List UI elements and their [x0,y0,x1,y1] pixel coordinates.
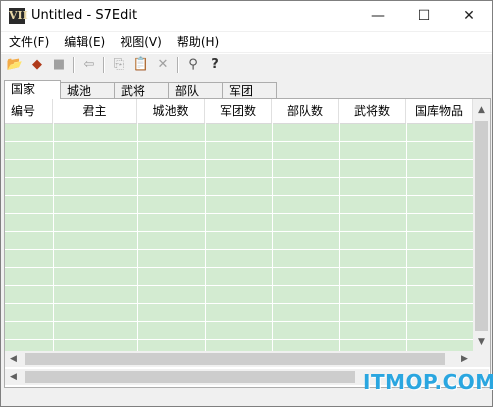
chevron-right-icon: ▶ [461,354,468,364]
chevron-left-icon: ◀ [10,354,17,364]
import-button[interactable]: ◆ [26,55,48,75]
tab-legion[interactable]: 军团 [222,82,277,98]
table-header: 编号 君主 城池数 军团数 部队数 武将数 国库物品 [5,99,473,124]
app-window: VII Untitled - S7Edit — ☐ ✕ 文件(F) 编辑(E) … [0,0,493,407]
grid-line [272,123,273,351]
delete-icon: ✕ [157,57,169,72]
toolbar-separator [177,56,179,73]
grid-line [5,249,473,250]
save-button[interactable]: ■ [48,55,70,75]
grid-line [137,123,138,351]
scroll-up-button[interactable]: ▲ [473,101,490,118]
save-icon: ■ [52,57,66,72]
delete-button[interactable]: ✕ [152,55,174,75]
search-icon: ⚲ [188,57,198,72]
grid-line [406,123,407,351]
column-header-id[interactable]: 编号 [5,99,53,123]
maximize-icon: ☐ [417,8,431,24]
menu-edit[interactable]: 编辑(E) [56,32,112,52]
scrollbar-corner [473,351,490,367]
minimize-icon: — [371,8,385,24]
tab-city[interactable]: 城池 [60,82,115,98]
scroll-left-button[interactable]: ◀ [5,351,22,367]
data-table[interactable]: 编号 君主 城池数 军团数 部队数 武将数 国库物品 [5,99,473,351]
chevron-left-icon: ◀ [10,372,17,382]
grid-line [5,159,473,160]
minimize-button[interactable]: — [355,1,401,31]
chevron-down-icon: ▼ [478,336,485,347]
grid-line [5,195,473,196]
grid-line [5,231,473,232]
tab-general[interactable]: 武将 [114,82,169,98]
grid-line [205,123,206,351]
tab-country[interactable]: 国家 [4,80,61,99]
column-header-troops[interactable]: 部队数 [272,99,339,123]
arrow-left-icon: ⇦ [83,57,95,72]
column-header-legions[interactable]: 军团数 [205,99,272,123]
chevron-up-icon: ▲ [478,104,485,115]
find-button[interactable]: ⚲ [182,55,204,75]
grid-line [5,267,473,268]
scroll-left-button[interactable]: ◀ [5,369,22,385]
paste-icon: 📋 [132,57,150,72]
back-button[interactable]: ⇦ [78,55,100,75]
grid-line [53,123,54,351]
tab-troop[interactable]: 部队 [168,82,223,98]
column-header-treasury[interactable]: 国库物品 [406,99,473,123]
paste-button[interactable]: 📋 [130,55,152,75]
open-button[interactable]: 📂 [4,55,26,75]
table-horizontal-scrollbar[interactable]: ◀ ▶ [5,351,473,367]
column-header-ruler[interactable]: 君主 [53,99,137,123]
folder-open-icon: 📂 [6,57,24,72]
scroll-right-button[interactable]: ▶ [456,351,473,367]
grid-line [5,303,473,304]
horizontal-scroll-thumb[interactable] [25,353,445,365]
column-header-generals[interactable]: 武将数 [339,99,406,123]
table-vertical-scrollbar[interactable]: ▲ ▼ [473,99,490,351]
vertical-scroll-thumb[interactable] [475,121,488,331]
help-icon: ? [211,57,219,72]
grid-line [5,177,473,178]
copy-button[interactable]: ⎘ [108,55,130,75]
close-icon: ✕ [463,8,475,24]
close-button[interactable]: ✕ [446,1,492,31]
app-icon: VII [9,8,28,24]
menu-help[interactable]: 帮助(H) [169,32,226,52]
title-bar[interactable]: VII Untitled - S7Edit — ☐ ✕ [1,1,492,31]
toolbar: 📂 ◆ ■ ⇦ ⎘ 📋 ✕ ⚲ ? [1,53,492,75]
toolbar-separator [103,56,105,73]
horizontal-scroll-thumb[interactable] [25,371,355,383]
menu-bar: 文件(F) 编辑(E) 视图(V) 帮助(H) [1,32,492,52]
grid-line [5,339,473,340]
grid-line [5,141,473,142]
site-watermark: ITMOP.COM [363,370,493,394]
maximize-button[interactable]: ☐ [401,1,447,31]
menu-view[interactable]: 视图(V) [112,32,169,52]
help-button[interactable]: ? [204,55,226,75]
diamond-icon: ◆ [32,57,42,72]
menu-file[interactable]: 文件(F) [1,32,56,52]
grid-line [5,285,473,286]
grid-line [5,213,473,214]
toolbar-separator [73,56,75,73]
column-header-cities[interactable]: 城池数 [137,99,205,123]
grid-line [339,123,340,351]
copy-icon: ⎘ [113,57,125,72]
grid-line [5,321,473,322]
scroll-down-button[interactable]: ▼ [473,333,490,350]
window-title: Untitled - S7Edit [31,8,138,23]
